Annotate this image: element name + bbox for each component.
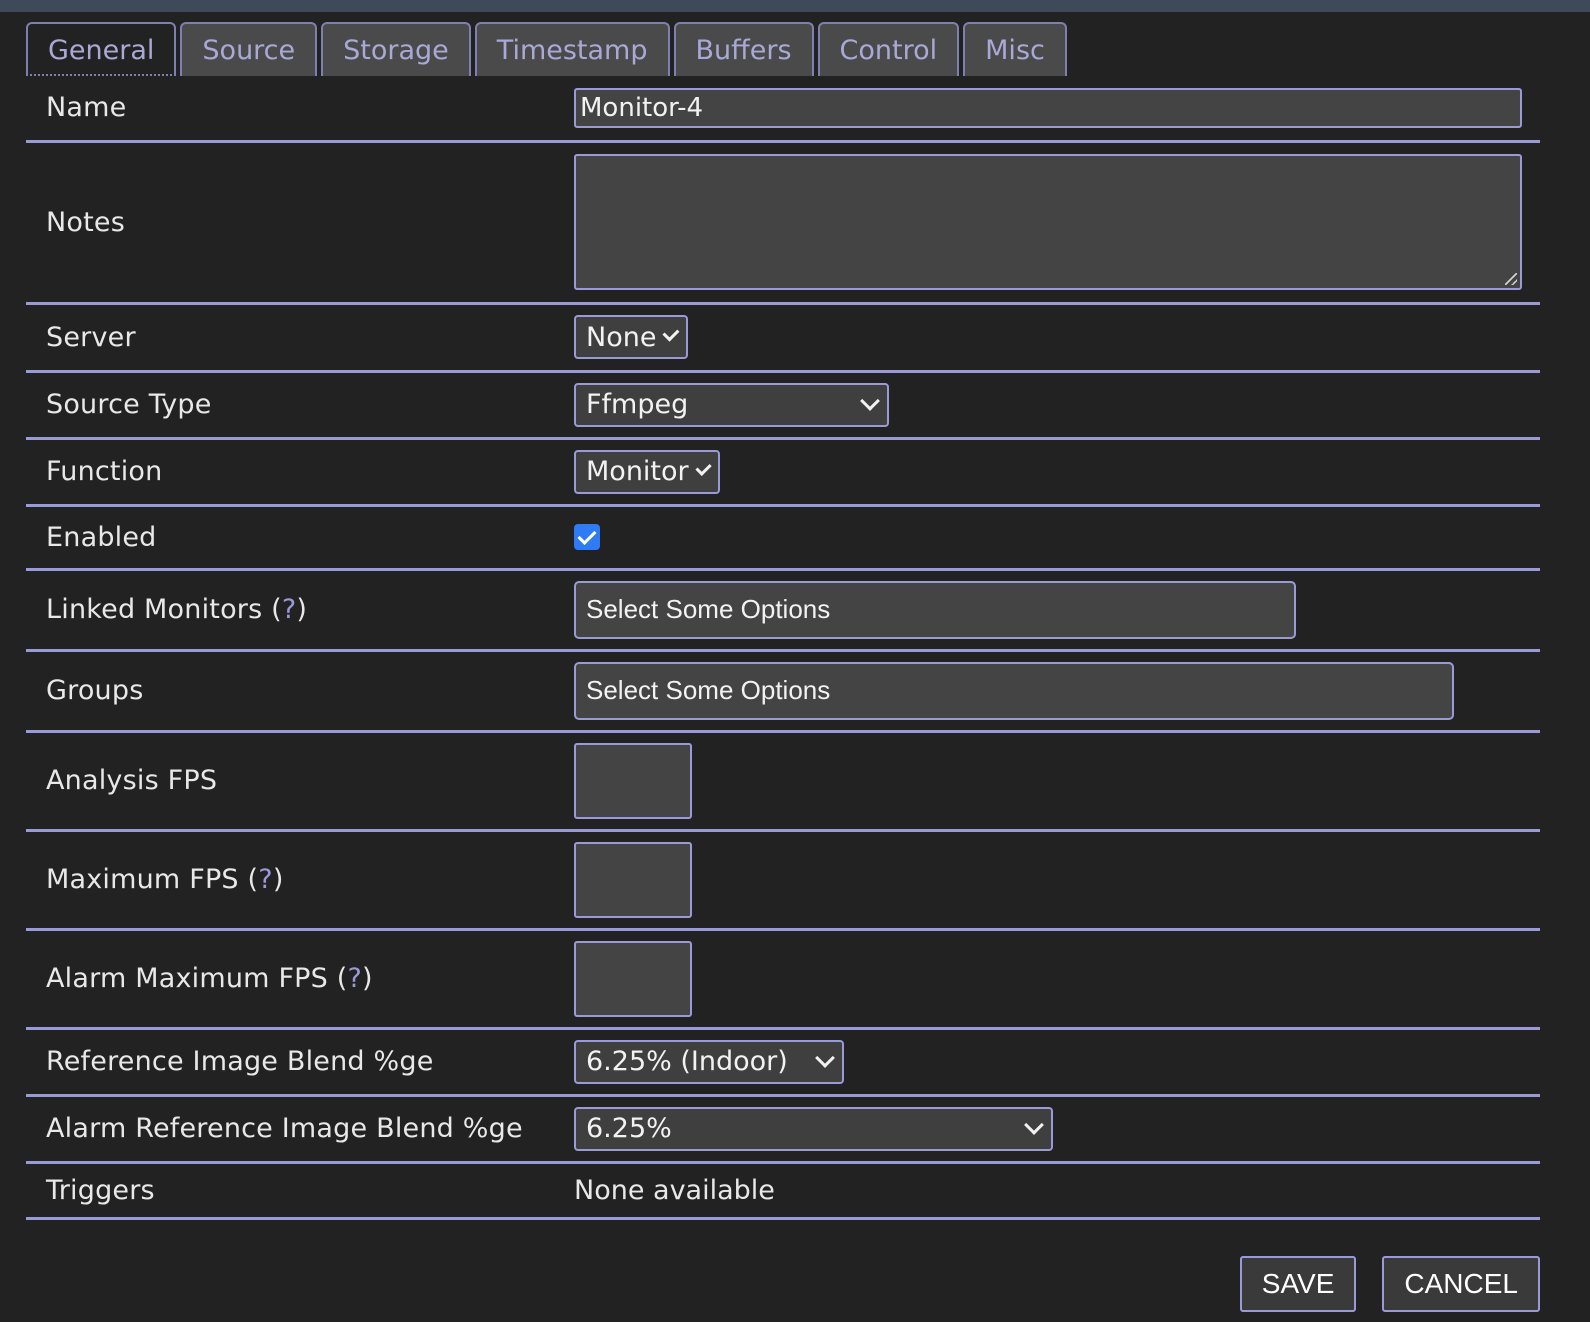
- tab-misc[interactable]: Misc: [963, 22, 1067, 76]
- chevron-down-icon: [695, 459, 712, 476]
- tab-storage[interactable]: Storage: [321, 22, 471, 76]
- enabled-checkbox[interactable]: [574, 524, 600, 550]
- tab-general[interactable]: General: [26, 22, 177, 76]
- source-type-label: Source Type: [26, 371, 574, 440]
- monitor-general-form: Name Notes Server None Source Type Ffmpe…: [26, 76, 1540, 1220]
- row-function: Function Monitor: [26, 438, 1540, 507]
- tab-source[interactable]: Source: [180, 22, 318, 76]
- server-select-value: None: [586, 321, 657, 353]
- save-button[interactable]: SAVE: [1239, 1256, 1357, 1312]
- row-source-type: Source Type Ffmpeg: [26, 371, 1540, 440]
- row-enabled: Enabled: [26, 505, 1540, 571]
- row-analysis-fps: Analysis FPS: [26, 731, 1540, 832]
- source-type-select[interactable]: Ffmpeg: [574, 382, 889, 427]
- name-label: Name: [26, 76, 574, 143]
- ref-blend-label: Reference Image Blend %ge: [26, 1028, 574, 1097]
- help-link[interactable]: ?: [282, 594, 297, 625]
- form-actions: SAVE CANCEL: [1214, 1256, 1540, 1312]
- notes-label: Notes: [26, 141, 574, 305]
- row-alarm-maximum-fps: Alarm Maximum FPS (?): [26, 929, 1540, 1030]
- tab-control[interactable]: Control: [817, 22, 960, 76]
- resize-grip-icon[interactable]: [1505, 273, 1517, 285]
- function-label: Function: [26, 438, 574, 507]
- function-select[interactable]: Monitor: [574, 449, 720, 494]
- groups-placeholder: Select Some Options: [586, 675, 831, 705]
- groups-label: Groups: [26, 650, 574, 733]
- linked-monitors-label: Linked Monitors (?): [26, 569, 574, 652]
- top-bar: [0, 0, 1590, 12]
- ref-blend-select-value: 6.25% (Indoor): [586, 1046, 788, 1077]
- alarm-maximum-fps-input[interactable]: [574, 940, 692, 1017]
- help-link[interactable]: ?: [348, 963, 363, 994]
- triggers-label: Triggers: [26, 1162, 574, 1220]
- row-alarm-ref-blend: Alarm Reference Image Blend %ge 6.25%: [26, 1095, 1540, 1164]
- analysis-fps-input[interactable]: [574, 742, 692, 819]
- maximum-fps-input[interactable]: [574, 841, 692, 918]
- notes-textarea[interactable]: [574, 154, 1522, 290]
- analysis-fps-label: Analysis FPS: [26, 731, 574, 832]
- alarm-ref-blend-select[interactable]: 6.25%: [574, 1106, 1053, 1151]
- linked-monitors-multiselect[interactable]: Select Some Options: [574, 580, 1296, 639]
- row-notes: Notes: [26, 141, 1540, 305]
- linked-monitors-placeholder: Select Some Options: [586, 594, 831, 624]
- chevron-down-icon: [815, 1047, 835, 1068]
- name-input[interactable]: [574, 87, 1522, 128]
- row-ref-blend: Reference Image Blend %ge 6.25% (Indoor): [26, 1028, 1540, 1097]
- function-select-value: Monitor: [586, 456, 689, 487]
- row-groups: Groups Select Some Options: [26, 650, 1540, 733]
- triggers-value: None available: [574, 1174, 775, 1206]
- row-triggers: Triggers None available: [26, 1162, 1540, 1220]
- tab-bar: General Source Storage Timestamp Buffers…: [26, 22, 1071, 76]
- chevron-down-icon: [860, 390, 880, 411]
- groups-multiselect[interactable]: Select Some Options: [574, 661, 1454, 720]
- chevron-down-icon: [662, 324, 680, 342]
- tab-timestamp[interactable]: Timestamp: [474, 22, 670, 76]
- row-maximum-fps: Maximum FPS (?): [26, 830, 1540, 931]
- row-name: Name: [26, 76, 1540, 143]
- server-select[interactable]: None: [574, 315, 688, 359]
- enabled-label: Enabled: [26, 505, 574, 571]
- chevron-down-icon: [1024, 1114, 1044, 1135]
- alarm-ref-blend-label: Alarm Reference Image Blend %ge: [26, 1095, 574, 1164]
- row-server: Server None: [26, 303, 1540, 373]
- alarm-maximum-fps-label: Alarm Maximum FPS (?): [26, 929, 574, 1030]
- help-link[interactable]: ?: [258, 864, 273, 895]
- server-label: Server: [26, 303, 574, 373]
- row-linked-monitors: Linked Monitors (?) Select Some Options: [26, 569, 1540, 652]
- alarm-ref-blend-select-value: 6.25%: [586, 1113, 672, 1144]
- cancel-button[interactable]: CANCEL: [1382, 1256, 1540, 1312]
- source-type-select-value: Ffmpeg: [586, 389, 689, 420]
- tab-buffers[interactable]: Buffers: [673, 22, 814, 76]
- maximum-fps-label: Maximum FPS (?): [26, 830, 574, 931]
- ref-blend-select[interactable]: 6.25% (Indoor): [574, 1039, 844, 1084]
